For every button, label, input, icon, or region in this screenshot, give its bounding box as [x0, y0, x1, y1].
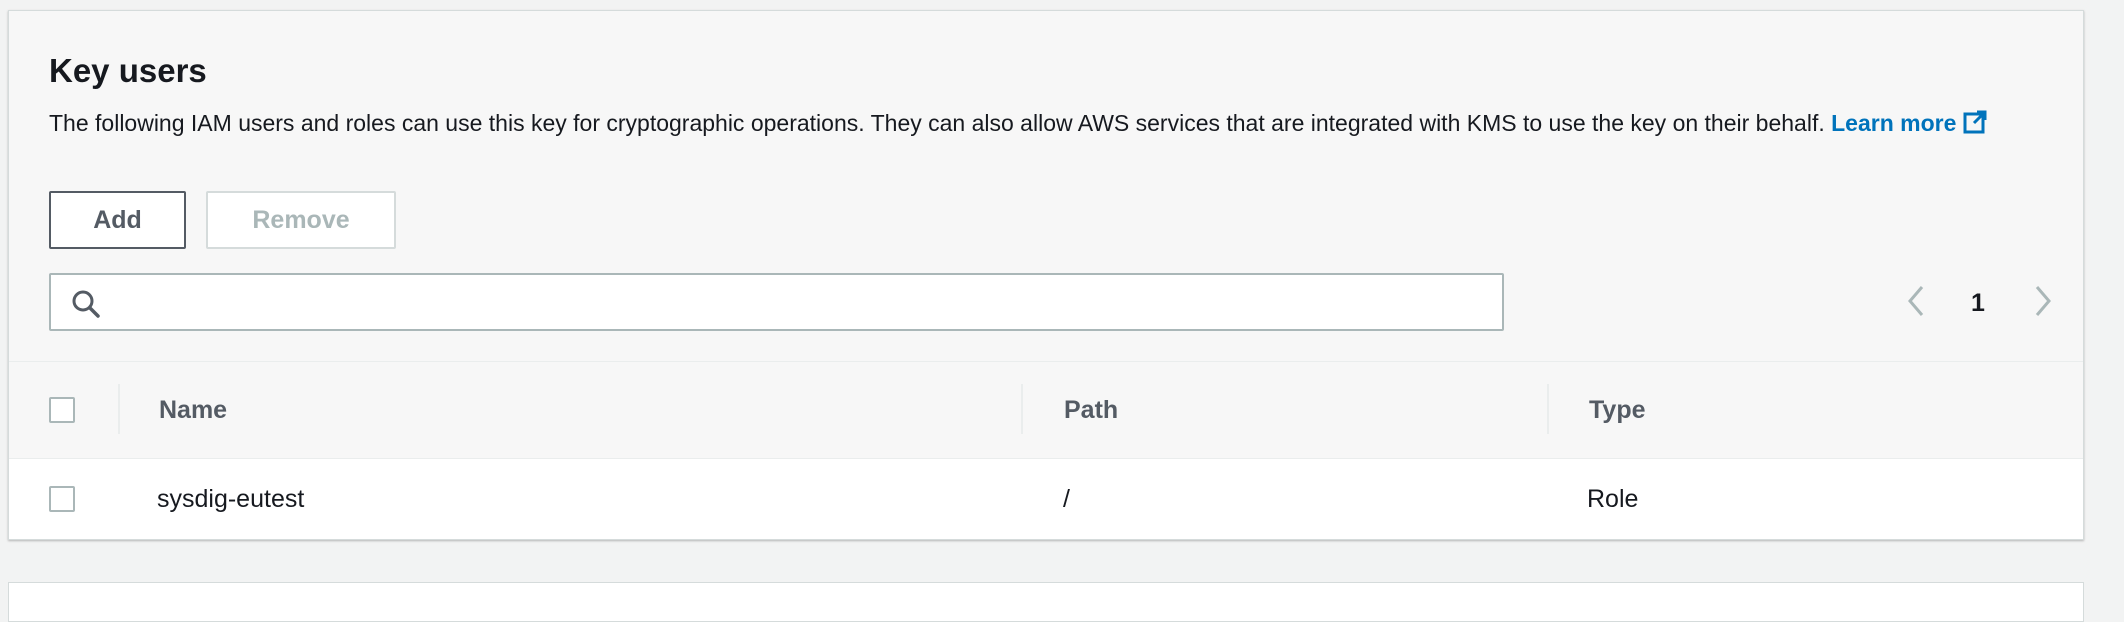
previous-page-button[interactable] [1904, 283, 1928, 323]
column-divider[interactable] [118, 384, 120, 434]
remove-button[interactable]: Remove [206, 191, 396, 249]
section-description: The following IAM users and roles can us… [49, 108, 2039, 143]
select-all-checkbox[interactable] [49, 397, 75, 423]
add-button[interactable]: Add [49, 191, 186, 249]
table-header: Name Path Type [9, 361, 2083, 459]
chevron-left-icon [1904, 283, 1928, 324]
column-divider[interactable] [1547, 384, 1549, 434]
learn-more-label: Learn more [1831, 110, 1957, 136]
row-checkbox[interactable] [49, 486, 75, 512]
column-header-type[interactable]: Type [1589, 394, 1646, 426]
column-header-path[interactable]: Path [1064, 394, 1118, 426]
cell-name: sysdig-eutest [157, 485, 305, 513]
external-link-icon [1962, 109, 1988, 143]
cell-type: Role [1587, 485, 1639, 513]
chevron-right-icon [2031, 283, 2055, 324]
description-text: The following IAM users and roles can us… [49, 110, 1825, 136]
key-users-panel: Key users The following IAM users and ro… [8, 10, 2084, 540]
learn-more-link[interactable]: Learn more [1831, 110, 1988, 136]
current-page-number[interactable]: 1 [1971, 283, 1985, 323]
next-section-panel [8, 582, 2084, 622]
column-divider[interactable] [1021, 384, 1023, 434]
search-input[interactable] [113, 283, 1487, 323]
cell-path: / [1063, 485, 1070, 513]
search-box[interactable] [49, 273, 1504, 331]
next-page-button[interactable] [2031, 283, 2055, 323]
table-row[interactable]: sysdig-eutest / Role [9, 459, 2083, 539]
column-header-name[interactable]: Name [159, 394, 227, 426]
section-title: Key users [49, 52, 207, 89]
search-icon [71, 289, 101, 324]
